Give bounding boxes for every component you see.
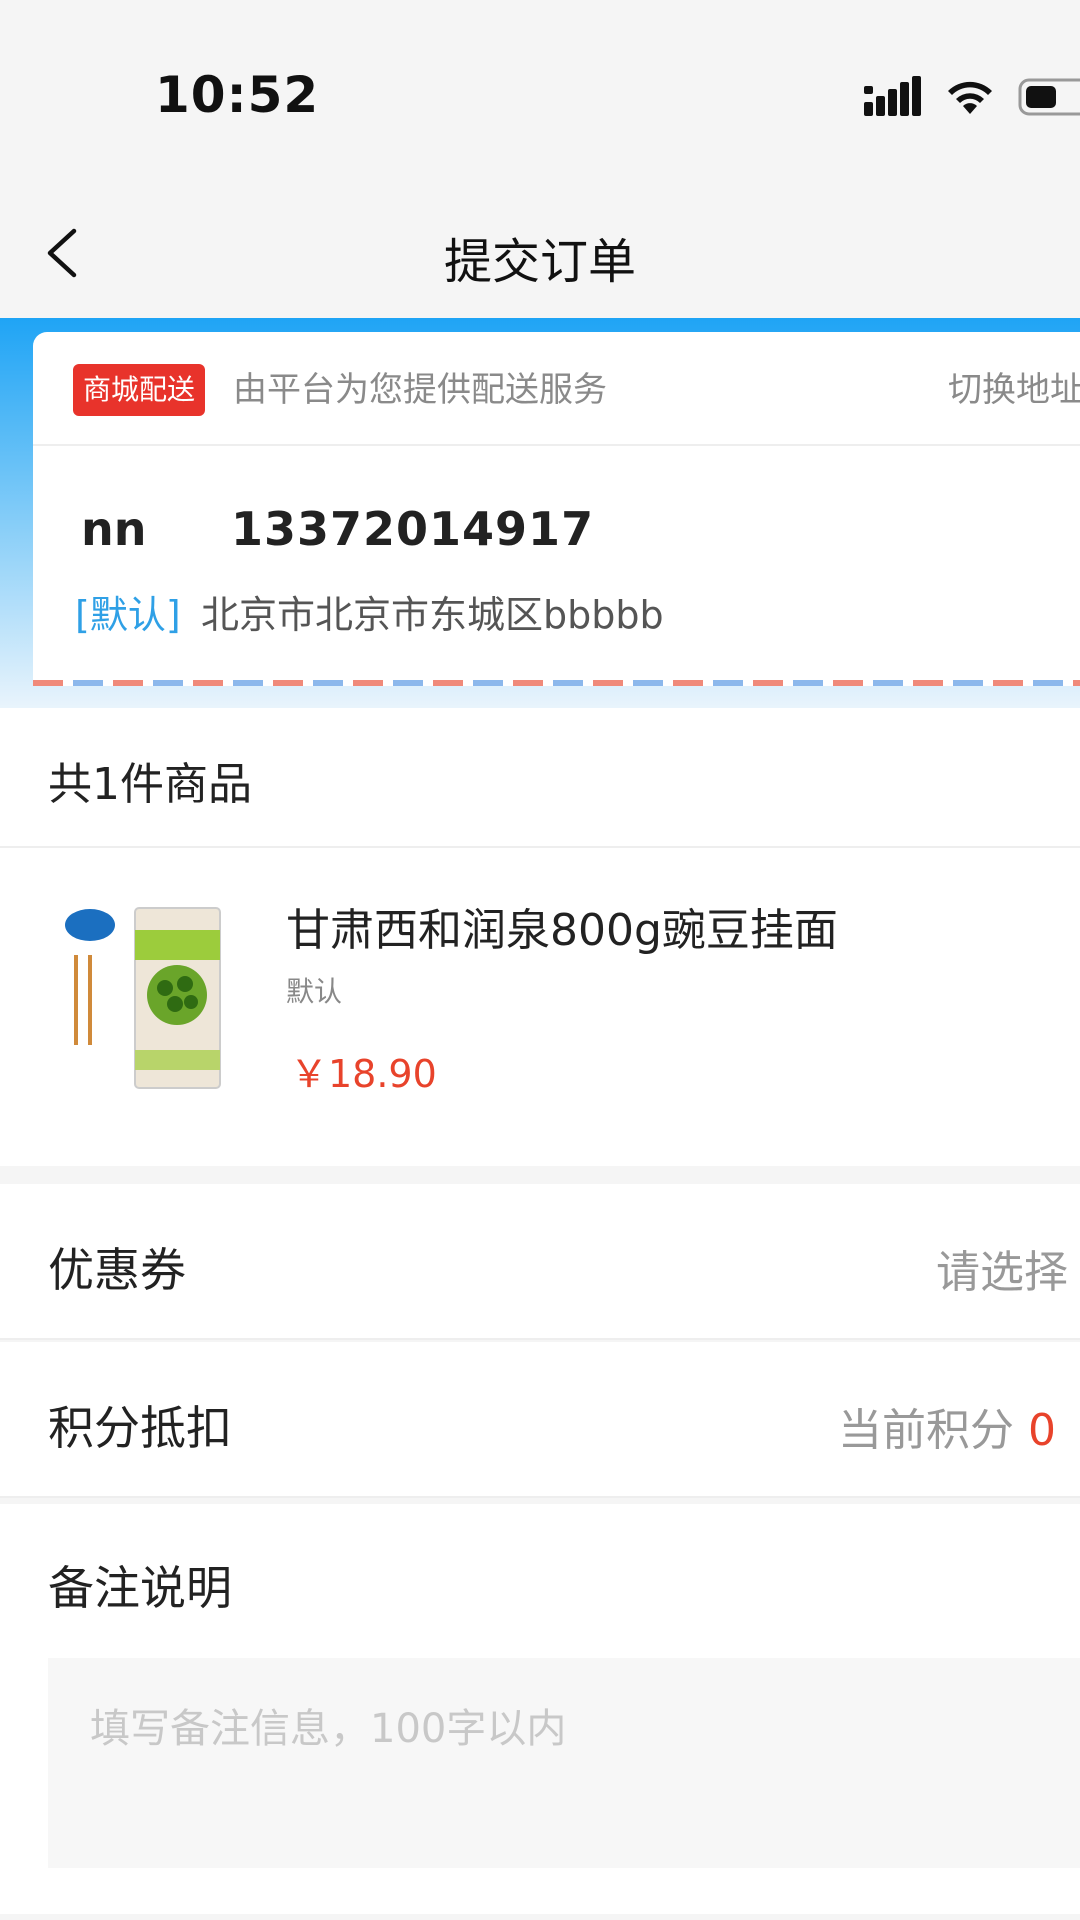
points-row: 积分抵扣 当前积分 0 — [0, 1342, 1080, 1498]
order-submit-page: 10:52 提交订单 商城配送 由平台为您提供配送服务 切换地址 nn 1337… — [0, 0, 1080, 1920]
delivery-row: 商城配送 由平台为您提供配送服务 切换地址 — [33, 332, 1080, 446]
signal-icon — [864, 76, 921, 116]
product-image[interactable] — [60, 900, 230, 1090]
product-name: 甘肃西和润泉800g豌豆挂面 — [286, 905, 838, 956]
coupon-select[interactable]: 请选择 — [936, 1236, 1068, 1300]
delivery-description: 由平台为您提供配送服务 — [233, 370, 607, 410]
default-address-tag: [默认] — [75, 593, 181, 637]
goods-section: 共1件商品 甘肃西和润泉800g豌豆挂面 默认 ￥18.90 — [0, 708, 1080, 1166]
nav-bar: 提交订单 — [0, 190, 1080, 320]
recipient-phone: 13372014917 — [231, 502, 595, 556]
remark-title: 备注说明 — [48, 1561, 232, 1615]
envelope-stripe — [33, 680, 1080, 686]
switch-address-link[interactable]: 切换地址 — [948, 366, 1080, 414]
product-spec: 默认 — [286, 975, 343, 1008]
status-time: 10:52 — [155, 66, 320, 124]
points-value-label: 当前积分 — [838, 1405, 1014, 1456]
status-bar: 10:52 — [0, 0, 1080, 190]
coupon-row[interactable]: 优惠券 请选择 — [0, 1184, 1080, 1340]
points-value: 当前积分 0 — [838, 1394, 1056, 1458]
address-text: 北京市北京市东城区bbbbb — [201, 593, 664, 637]
points-number: 0 — [1028, 1405, 1056, 1456]
divider — [0, 846, 1080, 848]
delivery-badge: 商城配送 — [73, 364, 206, 416]
page-title: 提交订单 — [443, 234, 636, 290]
recipient-name: nn — [81, 502, 147, 556]
goods-count: 共1件商品 — [48, 759, 252, 810]
divider — [0, 1338, 1080, 1340]
divider — [0, 1496, 1080, 1498]
remark-input[interactable] — [48, 1658, 1080, 1868]
coupon-label: 优惠券 — [48, 1243, 186, 1297]
address-card[interactable]: 商城配送 由平台为您提供配送服务 切换地址 nn 13372014917 [默认… — [33, 332, 1080, 686]
wifi-icon — [948, 81, 992, 114]
product-price: ￥18.90 — [290, 1052, 437, 1096]
points-label: 积分抵扣 — [48, 1401, 232, 1455]
remark-section: 备注说明 — [0, 1504, 1080, 1914]
battery-icon — [1018, 78, 1080, 116]
